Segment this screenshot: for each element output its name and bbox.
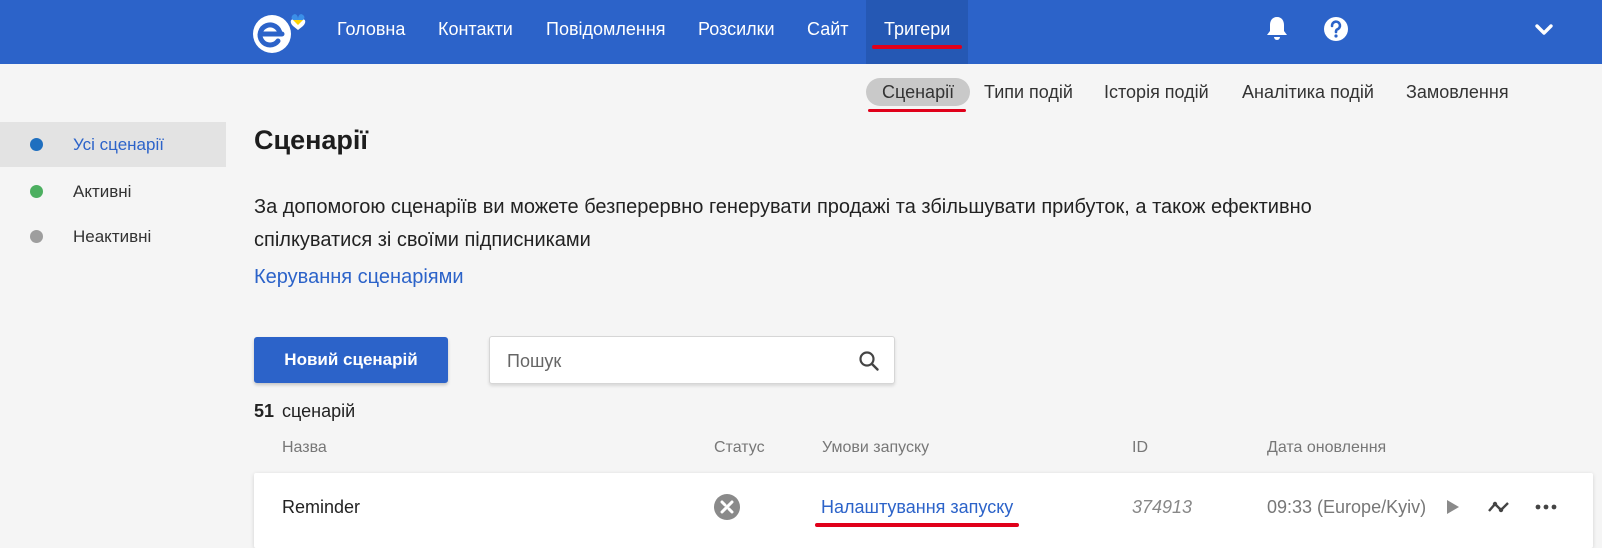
- highlight-underline: [815, 523, 1020, 527]
- nav-triggers[interactable]: Тригери: [866, 0, 969, 64]
- count-number: 51: [254, 401, 275, 421]
- nav-messages[interactable]: Повідомлення: [546, 0, 666, 64]
- subnav-event-history[interactable]: Історія подій: [1104, 78, 1209, 106]
- analytics-icon[interactable]: [1487, 495, 1511, 519]
- subnav-event-types[interactable]: Типи подій: [984, 78, 1073, 106]
- column-header-updated: Дата оновлення: [1267, 439, 1387, 456]
- sidebar-item-label: Усі сценарії: [73, 135, 164, 154]
- bell-icon[interactable]: [1262, 14, 1292, 44]
- scenario-updated: 09:33 (Europe/Kyiv): [1267, 497, 1427, 517]
- subnav-orders[interactable]: Замовлення: [1406, 78, 1509, 106]
- scenario-count: 51 сценарій: [254, 401, 355, 422]
- sidebar-item-inactive[interactable]: Неактивні: [0, 214, 226, 259]
- column-header-status: Статус: [714, 439, 765, 456]
- active-underline: [872, 45, 963, 49]
- sidebar-item-active[interactable]: Активні: [0, 169, 226, 214]
- manage-scenarios-link[interactable]: Керування сценаріями: [254, 266, 464, 289]
- count-label: сценарій: [282, 401, 356, 421]
- sidebar-item-label: Неактивні: [73, 227, 152, 246]
- play-icon[interactable]: [1440, 495, 1464, 519]
- page-title: Сценарії: [254, 125, 369, 155]
- active-underline: [868, 109, 967, 112]
- trigger-settings-label: Налаштування запуску: [821, 497, 1014, 517]
- column-header-id: ID: [1132, 439, 1148, 456]
- column-header-name: Назва: [282, 439, 327, 456]
- subnav-event-analytics[interactable]: Аналітика подій: [1242, 78, 1374, 106]
- chevron-down-icon[interactable]: [1529, 14, 1559, 44]
- scenario-id: 374913: [1132, 497, 1193, 517]
- help-icon[interactable]: [1321, 14, 1351, 44]
- status-dot: [30, 185, 43, 198]
- search-input[interactable]: [507, 348, 837, 374]
- subnav-scenarios-label: Сценарії: [882, 82, 955, 102]
- scenario-name[interactable]: Reminder: [282, 497, 360, 518]
- page-description: За допомогою сценаріїв ви можете безпере…: [254, 196, 1312, 251]
- disabled-status-icon: [714, 494, 740, 520]
- nav-mailings[interactable]: Розсилки: [698, 0, 775, 64]
- search-box: [489, 336, 895, 384]
- top-navbar: Головна Контакти Повідомлення Розсилки С…: [0, 0, 1602, 64]
- subnav-scenarios[interactable]: Сценарії: [866, 78, 971, 112]
- trigger-settings-link[interactable]: Налаштування запуску: [815, 497, 1020, 527]
- nav-triggers-label: Тригери: [884, 19, 951, 39]
- column-header-trigger: Умови запуску: [822, 439, 930, 456]
- table-row[interactable]: Reminder Налаштування запуску 374913 09:…: [254, 473, 1593, 548]
- status-dot: [30, 230, 43, 243]
- nav-home[interactable]: Головна: [337, 0, 405, 64]
- sidebar-item-all[interactable]: Усі сценарії: [0, 122, 226, 167]
- sidebar-item-label: Активні: [73, 182, 132, 201]
- status-dot: [30, 138, 43, 151]
- nav-contacts[interactable]: Контакти: [438, 0, 513, 64]
- nav-site[interactable]: Сайт: [807, 0, 849, 64]
- more-icon[interactable]: [1534, 495, 1558, 519]
- new-scenario-button[interactable]: Новий сценарій: [254, 337, 448, 383]
- search-icon[interactable]: [858, 350, 880, 372]
- logo-icon[interactable]: [252, 7, 318, 57]
